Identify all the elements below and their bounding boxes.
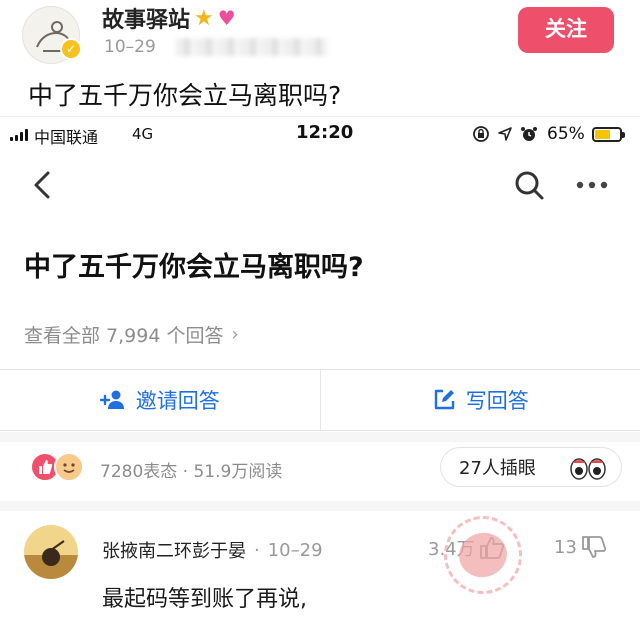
commenter-meta: 张掖南二环彭于晏 · 10–29 xyxy=(102,537,323,563)
invite-answer-label: 邀请回答 xyxy=(135,389,220,413)
post-question: 中了五千万你会立马离职吗? xyxy=(28,81,342,110)
rotation-lock-icon xyxy=(473,126,489,142)
battery-fill xyxy=(594,129,611,139)
commenter-avatar[interactable] xyxy=(24,525,78,579)
plug-eye-label: 27人插眼 xyxy=(459,458,536,479)
carrier-name: 中国联通 xyxy=(34,128,99,147)
answer-item: 张掖南二环彭于晏 · 10–29 3.4万 13 最起码等到账了再说, xyxy=(0,515,640,622)
location-arrow-icon xyxy=(498,127,512,141)
author-name-row: 故事驿站 ★ ♥ xyxy=(102,2,236,34)
status-icons: 65% xyxy=(472,124,625,144)
blurred-source-text xyxy=(176,38,328,56)
eyes-icon xyxy=(570,458,606,480)
thumbs-down-icon xyxy=(582,536,606,558)
battery-icon xyxy=(591,126,625,142)
reactions-and-views: 7280表态 · 51.9万阅读 xyxy=(100,462,283,482)
answer-text: 最起码等到账了再说, xyxy=(102,587,307,612)
plug-eye-button[interactable]: 27人插眼 xyxy=(440,447,622,487)
verified-badge-icon: ✓ xyxy=(60,38,82,60)
dislike-count: 13 xyxy=(554,536,577,558)
question-title: 中了五千万你会立马离职吗? xyxy=(24,252,364,283)
view-all-answers-link[interactable]: 查看全部 7,994 个回答 › xyxy=(24,321,239,348)
post-date: 10–29 xyxy=(104,37,156,57)
view-all-answers-label: 查看全部 7,994 个回答 xyxy=(24,325,224,347)
chevron-right-icon: › xyxy=(231,324,239,345)
embedded-screenshot: 中国联通 4G 12:20 65% 中了五千万你会立马离职吗? 查看全部 7,9… xyxy=(0,116,640,622)
meta-separator: · xyxy=(254,539,260,561)
nav-row xyxy=(0,161,640,211)
status-time: 12:20 xyxy=(296,122,354,143)
more-options-icon[interactable] xyxy=(572,167,612,203)
comment-date: 10–29 xyxy=(267,539,323,561)
follow-button[interactable]: 关注 xyxy=(518,7,614,53)
search-icon[interactable] xyxy=(512,167,546,203)
alarm-clock-icon xyxy=(521,127,537,141)
hearts-emoji-icon: ♥ xyxy=(217,6,236,30)
write-answer-label: 写回答 xyxy=(465,389,529,413)
edit-pencil-icon xyxy=(434,389,454,410)
commenter-name[interactable]: 张掖南二环彭于晏 xyxy=(102,537,246,563)
back-arrow-icon[interactable] xyxy=(28,167,58,203)
status-bar: 中国联通 4G 12:20 65% xyxy=(0,117,640,151)
commenter-avatar-photo xyxy=(24,525,78,579)
invite-answer-button[interactable]: 邀请回答 xyxy=(0,370,320,430)
dislike-button[interactable]: 13 xyxy=(554,535,607,559)
battery-percent: 65% xyxy=(547,124,585,144)
write-answer-button[interactable]: 写回答 xyxy=(319,370,640,430)
signal-strength-icon xyxy=(10,129,28,141)
section-gap xyxy=(0,432,640,442)
post-header: ✓ 故事驿站 ★ ♥ 10–29 关注 xyxy=(0,0,640,66)
question-stats-row: 7280表态 · 51.9万阅读 27人插眼 xyxy=(0,445,640,491)
author-name[interactable]: 故事驿站 xyxy=(102,2,190,34)
section-divider xyxy=(0,501,640,511)
star-emoji-icon: ★ xyxy=(194,5,214,31)
add-person-icon xyxy=(99,390,124,409)
reaction-icons[interactable] xyxy=(30,452,84,482)
network-type: 4G xyxy=(132,125,154,143)
smile-reaction-icon xyxy=(54,452,84,482)
question-actions: 邀请回答 写回答 xyxy=(0,369,640,431)
